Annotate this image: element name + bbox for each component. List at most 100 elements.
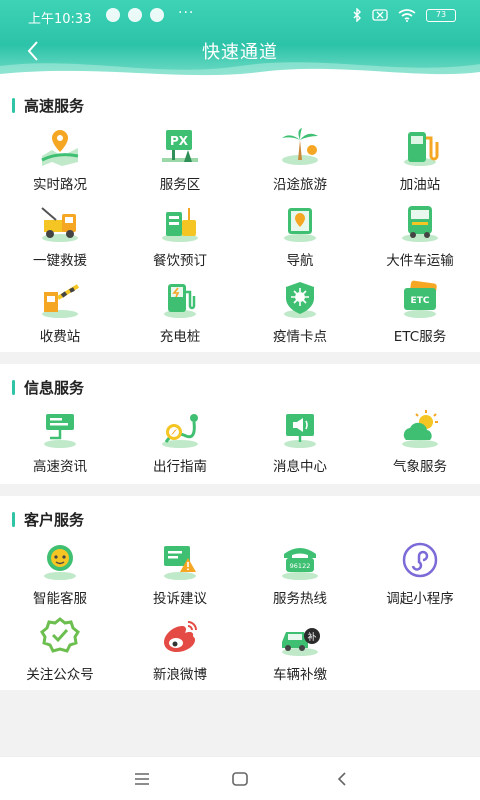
item-large-transport[interactable]: 大件车运输 — [360, 198, 480, 274]
truck-icon — [398, 202, 442, 244]
item-label: 大件车运输 — [386, 253, 454, 269]
section-accent-bar — [12, 379, 15, 395]
status-right: 73 — [352, 8, 456, 22]
fuel-pump-icon — [398, 126, 442, 168]
item-label: 高速资讯 — [33, 459, 87, 475]
item-complaint[interactable]: 投诉建议 — [120, 536, 240, 612]
car-payment-icon: 补 — [278, 616, 322, 658]
item-label: 投诉建议 — [153, 591, 207, 607]
item-label: 服务区 — [159, 177, 201, 193]
system-nav-bar — [0, 756, 480, 800]
toll-gate-icon — [38, 278, 82, 320]
svg-text:ETC: ETC — [411, 296, 430, 306]
section-title: 高速服务 — [12, 96, 84, 115]
section-highway-services: 高速服务 实时路况 PX 服务区 沿途旅游 加油站 一键救援 餐饮预订 导航 大… — [0, 82, 480, 352]
back-nav-icon[interactable] — [332, 769, 352, 789]
section-title: 信息服务 — [12, 378, 85, 397]
status-time: 上午10:33 — [28, 12, 92, 27]
item-highway-news[interactable]: 高速资讯 — [0, 404, 120, 480]
mini-program-icon — [398, 540, 442, 582]
tow-truck-icon — [38, 202, 82, 244]
weibo-icon — [158, 616, 202, 658]
section-title: 客户服务 — [12, 510, 84, 529]
section-customer-services: 客户服务 智能客服 投诉建议 96122 服务热线 调起小程序 关注公众号 新浪… — [0, 496, 480, 690]
item-travel-guide[interactable]: 出行指南 — [120, 404, 240, 480]
item-label: 调起小程序 — [386, 591, 454, 607]
svg-text:PX: PX — [170, 134, 189, 148]
virus-shield-icon — [278, 278, 322, 320]
svg-text:96122: 96122 — [290, 562, 311, 570]
header: 上午10:33 ··· 73 快速通道 — [0, 0, 480, 82]
item-service-hotline[interactable]: 96122 服务热线 — [240, 536, 360, 612]
compass-route-icon — [158, 408, 202, 450]
map-route-icon — [38, 126, 82, 168]
status-app-icons — [106, 8, 164, 22]
item-message-center[interactable]: 消息中心 — [240, 404, 360, 480]
item-vehicle-payment[interactable]: 补 车辆补缴 — [240, 612, 360, 688]
item-travel[interactable]: 沿途旅游 — [240, 122, 360, 198]
hotline-phone-icon: 96122 — [278, 540, 322, 582]
item-realtime-traffic[interactable]: 实时路况 — [0, 122, 120, 198]
item-smart-support[interactable]: 智能客服 — [0, 536, 120, 612]
item-service-area[interactable]: PX 服务区 — [120, 122, 240, 198]
item-weather[interactable]: 气象服务 — [360, 404, 480, 480]
item-etc-service[interactable]: ETC ETC服务 — [360, 274, 480, 350]
navigation-map-icon — [278, 202, 322, 244]
item-mini-program[interactable]: 调起小程序 — [360, 536, 480, 612]
item-label: 一键救援 — [33, 253, 87, 269]
bluetooth-icon — [353, 8, 361, 22]
item-navigation[interactable]: 导航 — [240, 198, 360, 274]
wifi-icon — [398, 8, 416, 22]
item-label: 消息中心 — [273, 459, 327, 475]
food-icon — [158, 202, 202, 244]
app-notify-icon — [106, 8, 120, 22]
item-food-booking[interactable]: 餐饮预订 — [120, 198, 240, 274]
item-rescue[interactable]: 一键救援 — [0, 198, 120, 274]
home-icon[interactable] — [230, 769, 250, 789]
news-sign-icon — [38, 408, 82, 450]
item-label: 关注公众号 — [26, 667, 94, 683]
item-label: 收费站 — [39, 329, 81, 345]
item-label: 疫情卡点 — [273, 329, 327, 345]
item-label: 出行指南 — [153, 459, 207, 475]
section-info-services: 信息服务 高速资讯 出行指南 消息中心 气象服务 — [0, 364, 480, 484]
page-title: 快速通道 — [202, 42, 278, 63]
complaint-icon — [158, 540, 202, 582]
item-label: 气象服务 — [393, 459, 447, 475]
etc-card-icon: ETC — [398, 278, 442, 320]
palm-tree-icon — [278, 126, 322, 168]
svg-text:补: 补 — [307, 631, 316, 643]
item-label: 服务热线 — [273, 591, 327, 607]
sim-x-icon — [372, 9, 388, 21]
item-label: 餐饮预订 — [153, 253, 207, 269]
item-weibo[interactable]: 新浪微博 — [120, 612, 240, 688]
weather-icon — [398, 408, 442, 450]
status-bar: 上午10:33 ··· 73 — [0, 0, 480, 32]
service-area-icon: PX — [158, 126, 202, 168]
section-accent-bar — [12, 97, 15, 113]
item-label: 加油站 — [399, 177, 441, 193]
item-label: 充电桩 — [159, 329, 201, 345]
item-toll-station[interactable]: 收费站 — [0, 274, 120, 350]
item-label: 新浪微博 — [153, 667, 207, 683]
menu-icon[interactable] — [132, 769, 152, 789]
service-grid: 实时路况 PX 服务区 沿途旅游 加油站 一键救援 餐饮预订 导航 大件车运输 — [0, 122, 480, 350]
service-grid: 高速资讯 出行指南 消息中心 气象服务 — [0, 404, 480, 480]
item-official-account[interactable]: 关注公众号 — [0, 612, 120, 688]
app-notify-icon — [150, 8, 164, 22]
nav-bar: 快速通道 — [0, 32, 480, 70]
item-gas-station[interactable]: 加油站 — [360, 122, 480, 198]
megaphone-board-icon — [278, 408, 322, 450]
item-label: 实时路况 — [33, 177, 87, 193]
app-notify-icon — [128, 8, 142, 22]
section-title-text: 信息服务 — [24, 378, 85, 397]
official-account-icon — [38, 616, 82, 658]
charging-pile-icon — [158, 278, 202, 320]
item-charging[interactable]: 充电桩 — [120, 274, 240, 350]
item-label: ETC服务 — [393, 329, 447, 345]
item-epidemic-checkpoint[interactable]: 疫情卡点 — [240, 274, 360, 350]
service-grid: 智能客服 投诉建议 96122 服务热线 调起小程序 关注公众号 新浪微博 补 … — [0, 536, 480, 688]
item-label: 车辆补缴 — [273, 667, 327, 683]
more-notifications-icon: ··· — [178, 5, 195, 21]
item-label: 导航 — [286, 253, 314, 269]
